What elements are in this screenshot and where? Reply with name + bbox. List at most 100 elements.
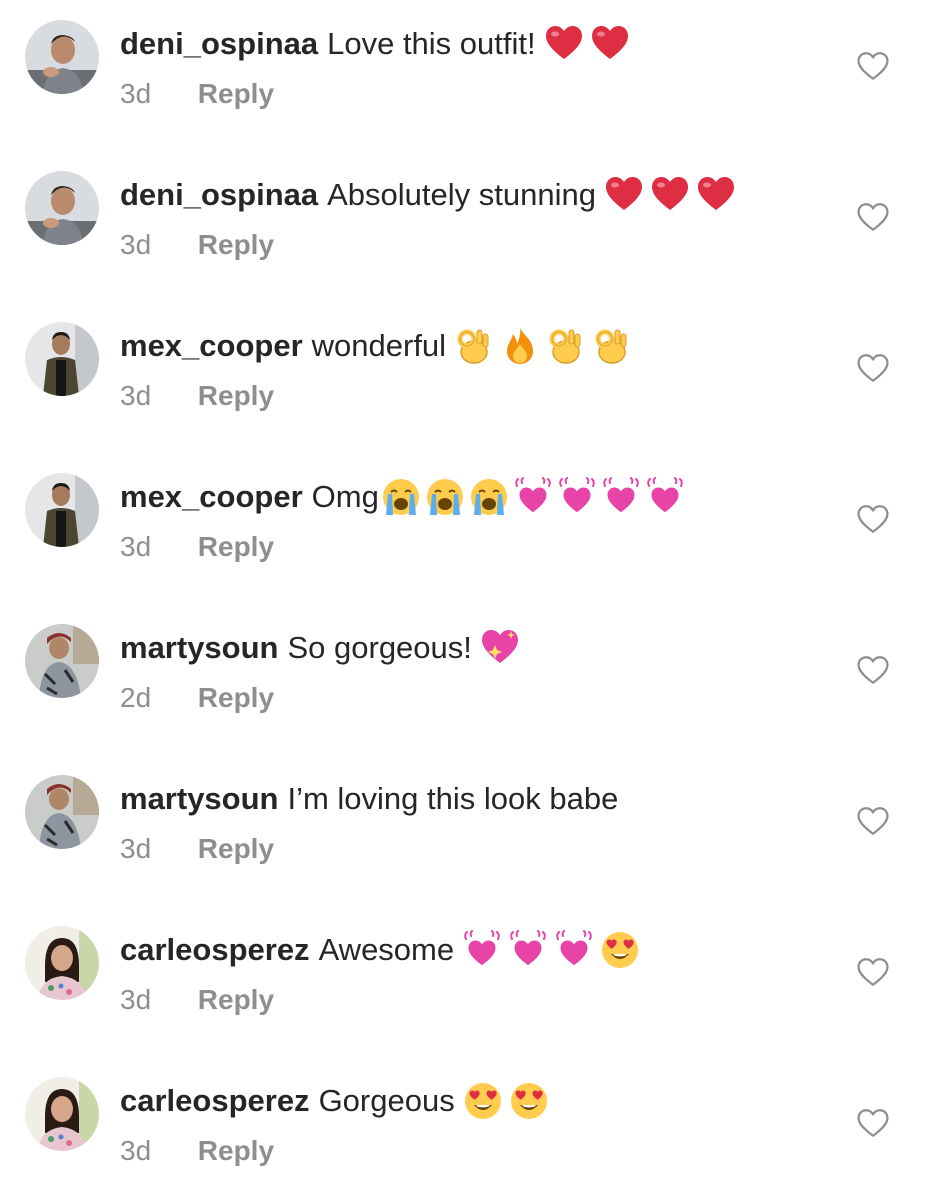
comments-list: deni_ospinaa Love this outfit! 3d Reply … (0, 0, 935, 1200)
comment-text: Absolutely stunning (327, 177, 596, 212)
red-heart-emoji-icon (650, 175, 690, 215)
red-heart-emoji-icon (696, 175, 736, 215)
comment-meta: 3d Reply (120, 1131, 274, 1171)
timestamp: 3d (120, 833, 152, 864)
timestamp: 3d (120, 984, 152, 1015)
comment-line: martysoun So gorgeous! (120, 626, 520, 670)
reply-button[interactable]: Reply (198, 682, 274, 713)
comment-item: carleosperez Awesome 3d Reply (0, 906, 935, 1057)
comment-text: wonderful (311, 328, 447, 363)
timestamp: 3d (120, 78, 152, 109)
timestamp: 3d (120, 531, 152, 562)
username[interactable]: deni_ospinaa (120, 22, 318, 66)
emoji-group (381, 477, 685, 517)
comment-item: martysoun I’m loving this look babe 3d R… (0, 755, 935, 906)
emoji-group (480, 628, 520, 668)
reply-button[interactable]: Reply (198, 78, 274, 109)
username[interactable]: mex_cooper (120, 475, 303, 519)
red-heart-emoji-icon (590, 24, 630, 64)
comment-text: Omg (311, 479, 379, 514)
avatar[interactable] (25, 1077, 99, 1151)
emoji-group (604, 175, 736, 215)
beating-heart-emoji-icon (513, 477, 553, 517)
red-heart-emoji-icon (604, 175, 644, 215)
comment-text: Love this outfit! (327, 26, 536, 61)
comment-line: mex_cooper Omg (120, 475, 685, 519)
reply-button[interactable]: Reply (198, 1135, 274, 1166)
comment-text: Gorgeous (318, 1083, 455, 1118)
comment-item: carleosperez Gorgeous 3d Reply (0, 1057, 935, 1200)
comment-text: I’m loving this look babe (287, 781, 619, 816)
avatar[interactable] (25, 473, 99, 547)
beating-heart-emoji-icon (557, 477, 597, 517)
comment-line: carleosperez Gorgeous (120, 1079, 549, 1123)
avatar[interactable] (25, 926, 99, 1000)
timestamp: 3d (120, 1135, 152, 1166)
emoji-group (462, 930, 640, 970)
comment-meta: 3d Reply (120, 225, 274, 265)
loudly-crying-face-emoji-icon (469, 477, 509, 517)
reply-button[interactable]: Reply (198, 833, 274, 864)
avatar[interactable] (25, 624, 99, 698)
avatar[interactable] (25, 20, 99, 94)
comment-meta: 3d Reply (120, 980, 274, 1020)
beating-heart-emoji-icon (554, 930, 594, 970)
like-heart-icon[interactable] (856, 201, 890, 233)
comment-line: martysoun I’m loving this look babe (120, 777, 626, 821)
username[interactable]: deni_ospinaa (120, 173, 318, 217)
timestamp: 2d (120, 682, 152, 713)
reply-button[interactable]: Reply (198, 984, 274, 1015)
ok-hand-emoji-icon (592, 326, 632, 366)
reply-button[interactable]: Reply (198, 380, 274, 411)
ok-hand-emoji-icon (454, 326, 494, 366)
like-heart-icon[interactable] (856, 805, 890, 837)
username[interactable]: carleosperez (120, 928, 310, 972)
loudly-crying-face-emoji-icon (381, 477, 421, 517)
comment-item: martysoun So gorgeous! 2d Reply (0, 604, 935, 755)
like-heart-icon[interactable] (856, 352, 890, 384)
reply-button[interactable]: Reply (198, 531, 274, 562)
comment-item: deni_ospinaa Absolutely stunning 3d Repl… (0, 151, 935, 302)
loudly-crying-face-emoji-icon (425, 477, 465, 517)
comment-item: deni_ospinaa Love this outfit! 3d Reply (0, 0, 935, 151)
emoji-group (463, 1081, 549, 1121)
heart-eyes-face-emoji-icon (509, 1081, 549, 1121)
comment-text: Awesome (318, 932, 455, 967)
username[interactable]: carleosperez (120, 1079, 310, 1123)
beating-heart-emoji-icon (645, 477, 685, 517)
timestamp: 3d (120, 229, 152, 260)
comment-item: mex_cooper Omg 3d Reply (0, 453, 935, 604)
heart-eyes-face-emoji-icon (463, 1081, 503, 1121)
beating-heart-emoji-icon (601, 477, 641, 517)
like-heart-icon[interactable] (856, 503, 890, 535)
comment-meta: 2d Reply (120, 678, 274, 718)
reply-button[interactable]: Reply (198, 229, 274, 260)
username[interactable]: mex_cooper (120, 324, 303, 368)
username[interactable]: martysoun (120, 626, 278, 670)
sparkling-heart-emoji-icon (480, 628, 520, 668)
username[interactable]: martysoun (120, 777, 278, 821)
emoji-group (454, 326, 632, 366)
like-heart-icon[interactable] (856, 956, 890, 988)
ok-hand-emoji-icon (546, 326, 586, 366)
comment-meta: 3d Reply (120, 74, 274, 114)
comment-meta: 3d Reply (120, 376, 274, 416)
comment-line: deni_ospinaa Love this outfit! (120, 22, 630, 66)
emoji-group (544, 24, 630, 64)
comment-item: mex_cooper wonderful 3d Reply (0, 302, 935, 453)
avatar[interactable] (25, 171, 99, 245)
comment-line: carleosperez Awesome (120, 928, 640, 972)
avatar[interactable] (25, 322, 99, 396)
comment-meta: 3d Reply (120, 829, 274, 869)
timestamp: 3d (120, 380, 152, 411)
like-heart-icon[interactable] (856, 1107, 890, 1139)
like-heart-icon[interactable] (856, 654, 890, 686)
fire-emoji-icon (500, 326, 540, 366)
like-heart-icon[interactable] (856, 50, 890, 82)
comment-line: mex_cooper wonderful (120, 324, 632, 368)
comment-line: deni_ospinaa Absolutely stunning (120, 173, 736, 217)
comment-meta: 3d Reply (120, 527, 274, 567)
avatar[interactable] (25, 775, 99, 849)
beating-heart-emoji-icon (508, 930, 548, 970)
red-heart-emoji-icon (544, 24, 584, 64)
